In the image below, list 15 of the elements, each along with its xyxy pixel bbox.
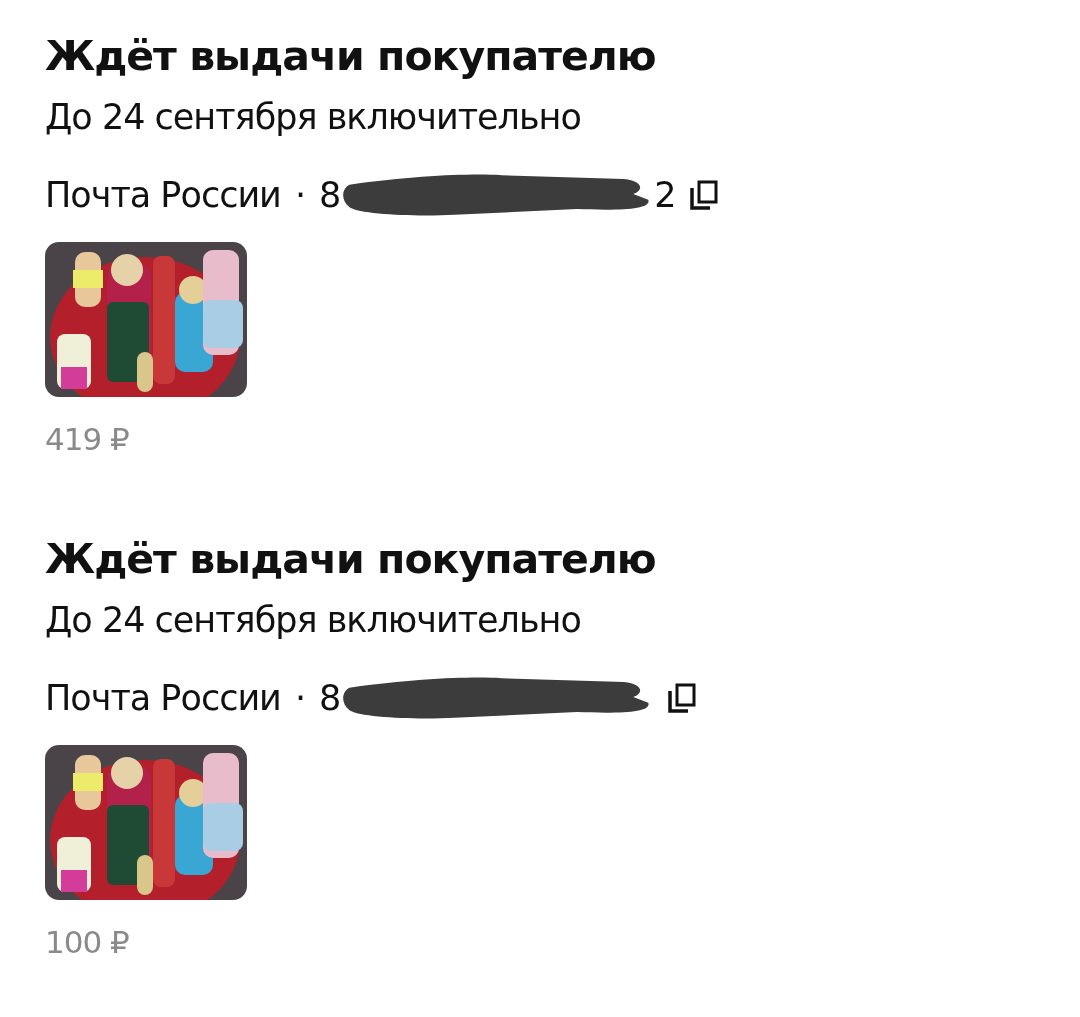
separator-dot: · — [294, 677, 305, 719]
carrier-name: Почта России — [45, 677, 281, 719]
item-price: 100 ₽ — [45, 924, 129, 960]
separator-dot: · — [294, 174, 305, 216]
tracking-number: 8 — [319, 174, 341, 216]
carrier-name: Почта России — [45, 174, 281, 216]
tracking-number: 8 — [319, 677, 341, 719]
tracking-number: 2 — [654, 174, 676, 216]
item-price: 419 ₽ — [45, 421, 129, 457]
pickup-deadline: До 24 сентября включительно — [45, 96, 581, 138]
order-status: Ждёт выдачи покупателю — [45, 31, 656, 82]
copy-icon[interactable] — [668, 683, 697, 713]
copy-icon[interactable] — [689, 180, 718, 210]
order-status: Ждёт выдачи покупателю — [45, 534, 656, 585]
pickup-deadline: До 24 сентября включительно — [45, 599, 581, 641]
